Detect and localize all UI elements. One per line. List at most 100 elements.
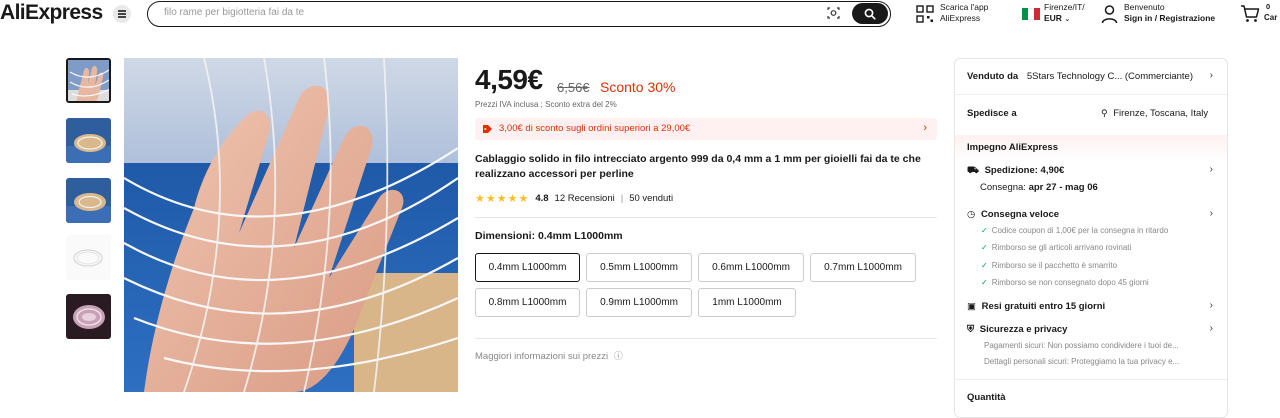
free-returns-row[interactable]: ▣ Resi gratuiti entro 15 giorni: [967, 301, 1105, 312]
option-0-9mm[interactable]: 0.9mm L1000mm: [586, 288, 692, 317]
thumbnail-5[interactable]: [66, 294, 111, 339]
separator: |: [620, 193, 624, 204]
cart-icon[interactable]: [1240, 4, 1260, 23]
option-0-5mm[interactable]: 0.5mm L1000mm: [586, 253, 692, 282]
welcome-text: Benvenuto: [1124, 2, 1165, 12]
divider: [475, 217, 937, 218]
check-icon: ✓: [981, 226, 988, 235]
locale-line1: Firenze/IT/: [1044, 2, 1085, 12]
sold-by-row[interactable]: Venduto da 5Stars Technology C... (Comme…: [967, 71, 1193, 82]
check-icon: ✓: [981, 261, 988, 270]
download-app[interactable]: Scarica l'app AliExpress: [940, 2, 988, 24]
guarantee-text: Rimborso se non consegnato dopo 45 giorn…: [991, 278, 1149, 287]
seller-shipping-panel: Venduto da 5Stars Technology C... (Comme…: [954, 58, 1228, 418]
option-0-6mm[interactable]: 0.6mm L1000mm: [698, 253, 804, 282]
star-rating-icon: ★★★★★: [475, 193, 530, 205]
ships-to-label: Spedisce a: [967, 108, 1017, 119]
guarantee-text: Rimborso se gli articoli arrivano rovina…: [991, 243, 1132, 252]
security-item: Pagamenti sicuri: Non possiamo condivide…: [984, 341, 1179, 350]
search-button[interactable]: [852, 3, 888, 24]
download-app-line2: AliExpress: [940, 13, 981, 23]
delivery-label: Consegna:: [980, 182, 1026, 193]
chevron-right-icon: ›: [1209, 323, 1213, 334]
locale-selector[interactable]: Firenze/IT/ EUR ⌄: [1044, 2, 1085, 25]
download-app-line1: Scarica l'app: [940, 2, 989, 12]
location-text: Firenze, Toscana, Italy: [1113, 108, 1209, 119]
thumbnail-1[interactable]: [66, 58, 111, 103]
account-menu[interactable]: Benvenuto Sign in / Registrazione: [1124, 2, 1215, 24]
quantity-label: Quantità: [967, 392, 1006, 403]
security-row[interactable]: ⛨ Sicurezza e privacy: [967, 324, 1067, 335]
location-pin-icon: ⚲: [1101, 108, 1108, 118]
divider: [475, 338, 937, 339]
option-0-4mm[interactable]: 0.4mm L1000mm: [475, 253, 580, 282]
truck-icon: ⛟: [967, 165, 979, 176]
chevron-down-icon: ⌄: [1064, 16, 1071, 23]
rating-value: 4.8: [535, 193, 549, 204]
user-icon[interactable]: [1101, 4, 1118, 24]
tag-icon: [483, 125, 492, 133]
guarantee-item: ✓ Codice coupon di 1,00€ per la consegna …: [981, 226, 1168, 235]
qr-code-icon[interactable]: [916, 5, 934, 23]
italy-flag-icon: [1022, 8, 1040, 20]
chevron-right-icon: ›: [1209, 300, 1213, 311]
cart-label[interactable]: Car: [1264, 12, 1277, 23]
sold-count: 50 venduti: [629, 193, 674, 204]
return-box-icon: ▣: [967, 301, 976, 312]
shipping-cost: Spedizione: 4,90€: [984, 165, 1065, 176]
fast-delivery-row[interactable]: ◷ Consegna veloce: [967, 209, 1059, 220]
check-icon: ✓: [981, 243, 988, 252]
thumbnail-4[interactable]: [66, 235, 111, 280]
thumbnail-image: [68, 60, 109, 101]
coupon-banner[interactable]: 3,00€ di sconto sugli ordini superiori a…: [475, 118, 937, 140]
thumbnail-image: [66, 118, 111, 163]
delivery-row: Consegna: apr 27 - mag 06: [980, 182, 1098, 193]
thumbnail-2[interactable]: [66, 118, 111, 163]
rating-row: ★★★★★ 4.8 12 Recensioni | 50 venduti: [475, 192, 673, 205]
option-0-7mm[interactable]: 0.7mm L1000mm: [810, 253, 916, 282]
thumbnail-image: [66, 294, 111, 339]
aliexpress-logo[interactable]: AliExpress: [0, 1, 103, 25]
option-1mm[interactable]: 1mm L1000mm: [698, 288, 796, 317]
chevron-right-icon: ›: [1209, 208, 1213, 219]
thumbnail-image: [66, 178, 111, 223]
product-price: 4,59€: [475, 64, 543, 95]
search-icon: [864, 8, 876, 20]
main-product-image[interactable]: [124, 58, 458, 392]
guarantee-text: Rimborso se il pacchetto è smarrito: [991, 261, 1118, 270]
divider: [955, 94, 1227, 95]
chevron-right-icon: ›: [923, 122, 927, 134]
thumbnail-3[interactable]: [66, 178, 111, 223]
divider: [955, 379, 1227, 380]
guarantee-item: ✓ Rimborso se gli articoli arrivano rovin…: [981, 243, 1131, 252]
fast-delivery-title: Consegna veloce: [980, 209, 1060, 220]
hamburger-icon: [118, 13, 126, 15]
chevron-right-icon: ›: [1209, 164, 1213, 175]
delivery-dates: apr 27 - mag 06: [1028, 182, 1098, 193]
location-selector[interactable]: ⚲ Firenze, Toscana, Italy: [1101, 108, 1208, 119]
more-price-info[interactable]: Maggiori informazioni sui prezzi ⓘ: [475, 349, 623, 362]
option-0-8mm[interactable]: 0.8mm L1000mm: [475, 288, 580, 317]
chevron-right-icon: ›: [1209, 70, 1213, 81]
shipping-row[interactable]: ⛟ Spedizione: 4,90€: [967, 165, 1064, 177]
original-price: 6,56€: [557, 80, 590, 95]
commitment-title: Impegno AliExpress: [967, 142, 1058, 153]
product-photo: [124, 58, 458, 392]
clock-icon: ◷: [967, 209, 976, 220]
coupon-text: 3,00€ di sconto sugli ordini superiori a…: [499, 123, 691, 134]
camera-search-icon[interactable]: [827, 7, 840, 19]
menu-button[interactable]: [113, 5, 131, 23]
seller-name[interactable]: 5Stars Technology C... (Commerciante): [1027, 71, 1193, 82]
tax-note: Prezzi IVA inclusa ; Sconto extra del 2%: [475, 100, 617, 109]
thumbnail-image: [66, 235, 111, 280]
search-input[interactable]: [164, 7, 804, 18]
dimension-label: Dimensioni: 0.4mm L1000mm: [475, 230, 623, 242]
info-icon: ⓘ: [613, 351, 623, 361]
shield-icon: ⛨: [967, 324, 975, 335]
sign-in-link[interactable]: Sign in / Registrazione: [1124, 13, 1215, 24]
check-icon: ✓: [981, 278, 988, 287]
reviews-link[interactable]: 12 Recensioni: [555, 193, 615, 204]
more-price-info-label: Maggiori informazioni sui prezzi: [475, 351, 609, 362]
search-bar: [147, 1, 891, 27]
sold-by-label: Venduto da: [967, 71, 1019, 82]
